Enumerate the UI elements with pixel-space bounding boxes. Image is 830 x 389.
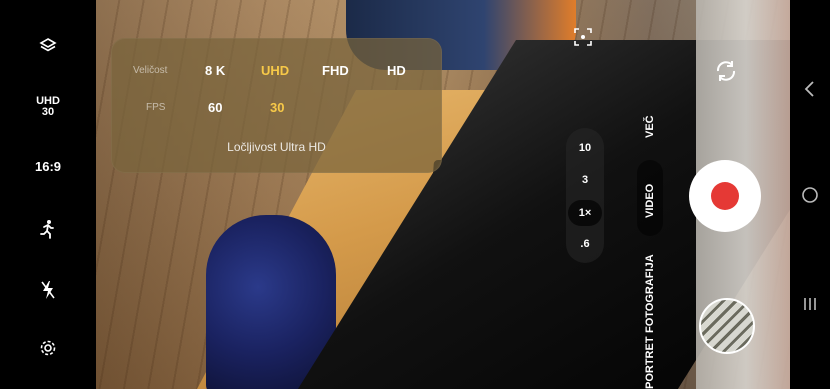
- mode-video[interactable]: VIDEO: [644, 184, 656, 218]
- running-person-icon[interactable]: [0, 217, 96, 241]
- size-option-fhd[interactable]: FHD: [322, 63, 349, 78]
- zoom-0-6[interactable]: .6: [566, 238, 604, 250]
- size-option-8k[interactable]: 8 K: [205, 63, 225, 78]
- mode-photo[interactable]: FOTOGRAFIJA: [644, 254, 656, 333]
- resolution-caption: Ločljivost Ultra HD: [227, 140, 326, 154]
- zoom-selector: 10 3 1× .6: [566, 128, 604, 263]
- flash-off-icon[interactable]: [0, 278, 96, 302]
- record-button[interactable]: [689, 160, 761, 232]
- recents-icon[interactable]: [790, 296, 830, 312]
- gear-icon[interactable]: [0, 337, 96, 359]
- zoom-3[interactable]: 3: [566, 174, 604, 186]
- left-control-bar: UHD 30 16:9: [0, 0, 96, 389]
- back-icon[interactable]: [790, 80, 830, 98]
- record-icon: [711, 182, 739, 210]
- flip-camera-icon[interactable]: [713, 58, 739, 84]
- fps-option-30[interactable]: 30: [270, 100, 284, 115]
- zoom-1x[interactable]: 1×: [568, 200, 602, 226]
- home-icon[interactable]: [790, 186, 830, 204]
- fps-option-60[interactable]: 60: [208, 100, 222, 115]
- focus-icon[interactable]: [573, 27, 593, 47]
- layers-icon[interactable]: [0, 32, 96, 60]
- mode-more[interactable]: VEČ: [644, 115, 656, 138]
- video-settings-panel: Veličost 8 K UHD FHD HD FPS 60 30 Ločlji…: [111, 38, 442, 173]
- resolution-line-2: 30: [41, 106, 55, 118]
- resolution-button[interactable]: UHD 30: [0, 92, 96, 122]
- aspect-ratio-label: 16:9: [34, 158, 62, 174]
- mode-portrait[interactable]: PORTRET: [644, 336, 656, 389]
- gallery-thumbnail[interactable]: [699, 298, 755, 354]
- fps-label: FPS: [146, 102, 166, 113]
- size-label: Veličost: [133, 65, 168, 76]
- camera-app-screen: UHD 30 16:9 Veličost 8 K UHD FHD HD FPS …: [0, 0, 830, 389]
- size-option-uhd[interactable]: UHD: [261, 63, 289, 78]
- navigation-bar: [790, 0, 830, 389]
- aspect-ratio-button[interactable]: 16:9: [0, 156, 96, 176]
- zoom-10[interactable]: 10: [566, 142, 604, 154]
- size-option-hd[interactable]: HD: [387, 63, 406, 78]
